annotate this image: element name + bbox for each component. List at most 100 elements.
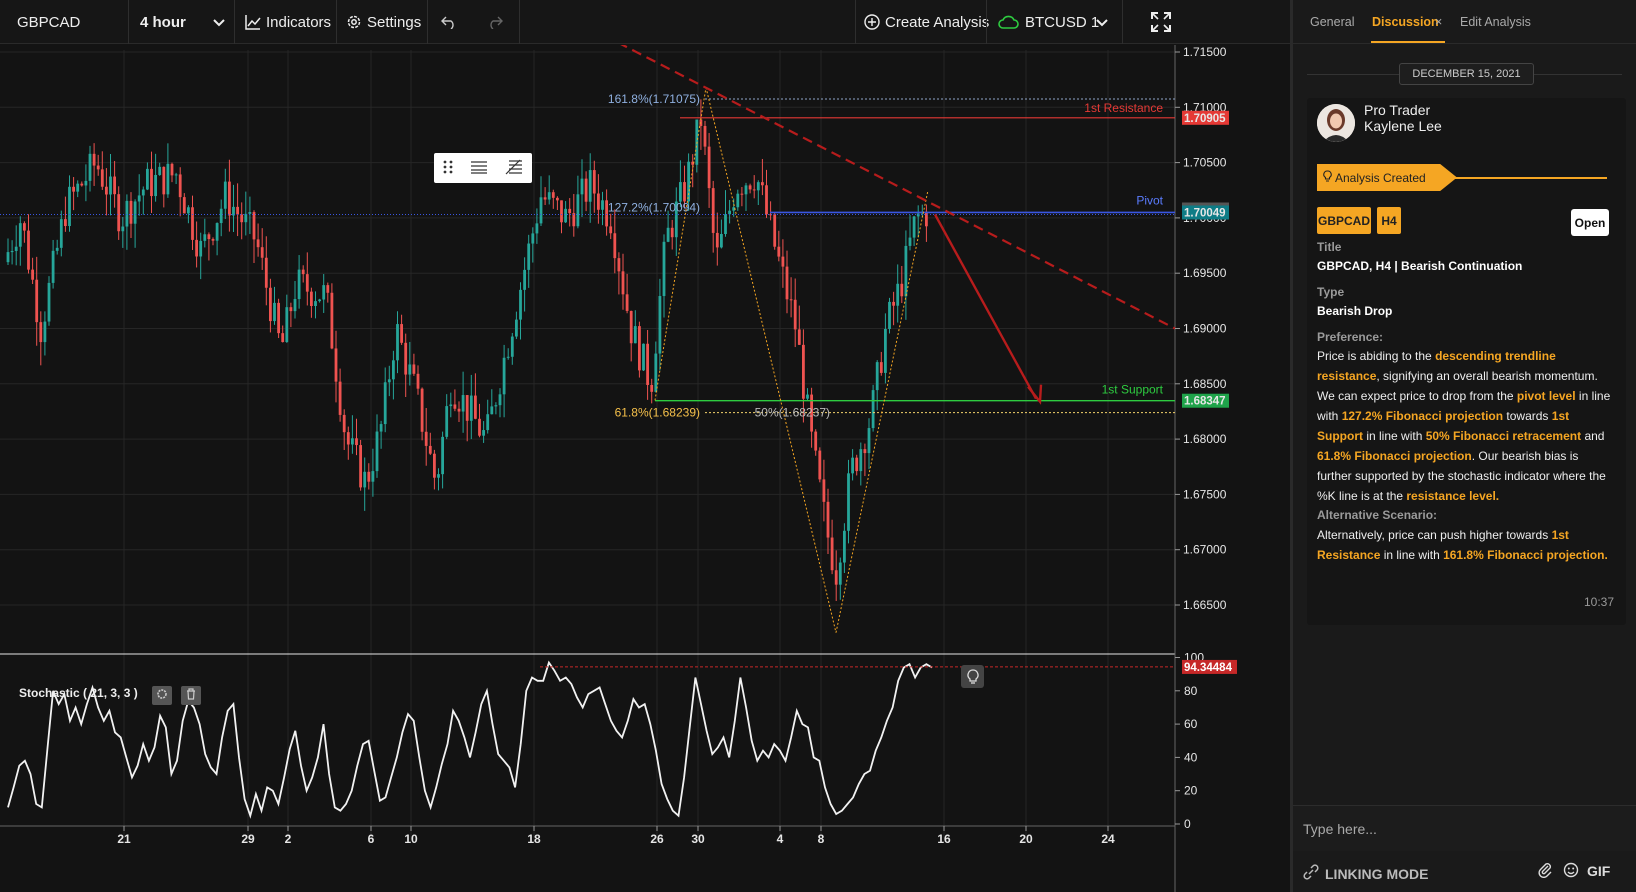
candle-body	[584, 178, 588, 202]
candle-body	[912, 216, 916, 238]
candle-body	[6, 252, 10, 263]
drawing-tools-palette	[434, 153, 532, 183]
candle-body	[666, 227, 670, 242]
candle-body	[252, 212, 256, 240]
redo-button[interactable]	[487, 0, 503, 44]
indicators-button[interactable]: Indicators	[245, 0, 331, 44]
candle-body	[236, 206, 239, 215]
candle-body	[338, 381, 342, 415]
candle-body	[748, 185, 752, 190]
candle-body	[318, 299, 321, 302]
paperclip-icon[interactable]	[1538, 862, 1552, 881]
candle-body	[441, 436, 444, 475]
stochastic-k-line	[7, 660, 933, 819]
fib-leg	[835, 190, 929, 633]
candle-body	[908, 237, 912, 246]
candle-body	[240, 214, 244, 223]
secondary-symbol-select[interactable]: BTCUSD 1	[997, 0, 1113, 44]
candle-body	[170, 163, 174, 176]
date-tick-label: 20	[1019, 832, 1033, 846]
price-tick-label: 1.69000	[1183, 322, 1227, 336]
stochastic-delete-button[interactable]	[181, 686, 201, 705]
gif-button[interactable]: GIF	[1587, 863, 1610, 879]
alternative-label: Alternative Scenario:	[1317, 508, 1438, 522]
date-tick-label: 29	[241, 832, 255, 846]
message-input[interactable]	[1303, 817, 1623, 841]
candle-body	[387, 379, 391, 383]
candle-body	[424, 431, 428, 446]
cloud-icon	[997, 14, 1019, 30]
stoch-tick-label: 80	[1184, 684, 1198, 698]
candle-body	[687, 161, 690, 202]
candle-body	[72, 186, 75, 192]
divider	[128, 0, 129, 44]
candle-body	[27, 230, 30, 270]
settings-label: Settings	[367, 13, 422, 31]
redo-icon	[487, 15, 503, 29]
candle-body	[367, 471, 371, 482]
settings-button[interactable]: Settings	[346, 0, 421, 44]
pivot-label: Pivot	[1136, 193, 1163, 207]
candle-body	[146, 168, 149, 190]
candle-body	[273, 302, 276, 322]
candle-body	[535, 223, 539, 234]
candle-body	[59, 219, 63, 248]
candle-body	[412, 364, 416, 374]
lines-tool-icon[interactable]	[470, 160, 488, 177]
candle-body	[76, 183, 80, 192]
candle-body	[100, 169, 104, 187]
divider	[519, 0, 520, 44]
candle-body	[314, 301, 317, 307]
candle-body	[174, 174, 178, 176]
timeframe-label: 4 hour	[140, 13, 186, 31]
candle-body	[244, 213, 248, 223]
symbol-label[interactable]: GBPCAD	[17, 0, 80, 44]
candle-body	[375, 431, 379, 472]
candle-body	[494, 405, 498, 407]
fullscreen-button[interactable]	[1151, 0, 1171, 44]
open-button[interactable]: Open	[1571, 209, 1609, 236]
close-tab-icon[interactable]: ×	[1435, 15, 1442, 29]
timeframe-select[interactable]: 4 hour	[140, 0, 228, 44]
pivot-price-value: 1.70049	[1184, 207, 1226, 219]
chart-area[interactable]: 1st Resistance Pivot 1st Support 161.8%(1.7…	[0, 45, 1290, 892]
date-tick-label: 30	[691, 832, 705, 846]
divider	[234, 0, 235, 44]
candle-body	[310, 291, 313, 307]
plus-circle-icon	[864, 14, 880, 30]
candle-body	[781, 256, 785, 267]
tab-general[interactable]: General	[1310, 15, 1354, 29]
candle-body	[863, 449, 867, 454]
candle-body	[830, 537, 834, 571]
candle-body	[707, 146, 711, 189]
price-tick-label: 1.66500	[1183, 598, 1227, 612]
date-tick-label: 8	[818, 832, 825, 846]
linking-mode-button[interactable]: LINKING MODE	[1303, 864, 1428, 883]
gear-icon	[346, 14, 362, 30]
candle-body	[453, 404, 457, 409]
lightbulb-icon[interactable]	[961, 665, 984, 688]
undo-button[interactable]	[441, 0, 457, 44]
candle-body	[162, 166, 166, 195]
fib-leg	[705, 87, 837, 633]
emoji-icon[interactable]	[1563, 862, 1579, 881]
create-analysis-button[interactable]: Create Analysis	[864, 0, 989, 44]
candle-body	[96, 165, 100, 170]
tab-edit-analysis[interactable]: Edit Analysis	[1460, 15, 1531, 29]
candle-body	[14, 246, 18, 251]
price-chart[interactable]: 1st Resistance Pivot 1st Support 161.8%(1.7…	[0, 45, 1290, 892]
candle-body	[474, 395, 477, 419]
fib-tool-icon[interactable]	[505, 159, 523, 178]
candle-body	[392, 360, 395, 380]
tab-discussion[interactable]: Discussion	[1372, 15, 1439, 29]
drag-handle-icon[interactable]	[443, 159, 453, 178]
candle-body	[342, 414, 346, 433]
panel-tabs: General Discussion × Edit Analysis	[1293, 0, 1636, 44]
candle-body	[875, 362, 879, 391]
stochastic-settings-button[interactable]	[152, 686, 172, 705]
candle-body	[10, 250, 14, 253]
date-tick-label: 2	[285, 832, 292, 846]
candle-body	[888, 301, 891, 329]
candle-body	[478, 418, 481, 436]
analysis-panel: General Discussion × Edit Analysis DECEM…	[1290, 0, 1636, 892]
